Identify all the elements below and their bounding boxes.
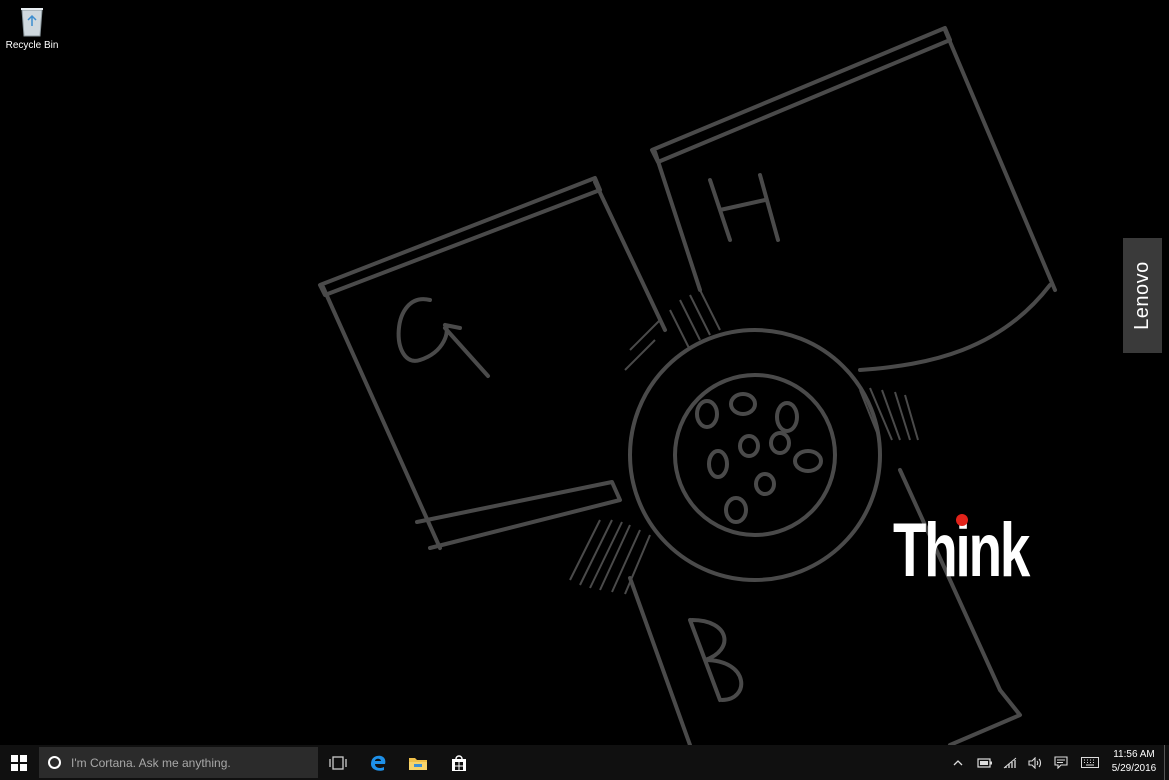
volume-button[interactable] — [1024, 745, 1046, 780]
show-desktop-button[interactable] — [1164, 745, 1169, 780]
recycle-bin-icon — [21, 8, 43, 37]
lenovo-badge: Lenovo — [1123, 238, 1162, 353]
start-button[interactable] — [0, 745, 38, 780]
action-center-button[interactable] — [1050, 745, 1072, 780]
task-view-icon — [329, 755, 347, 770]
clock-date: 5/29/2016 — [1111, 763, 1157, 774]
task-view-button[interactable] — [319, 745, 357, 780]
desktop-icon-label: Recycle Bin — [5, 40, 59, 51]
store-button[interactable] — [440, 745, 478, 780]
cortana-search-box[interactable]: I'm Cortana. Ask me anything. — [39, 747, 318, 778]
taskbar-clock[interactable]: 11:56 AM 5/29/2016 — [1108, 748, 1160, 776]
trackpoint-sketch — [318, 26, 1057, 745]
wifi-icon — [1003, 757, 1017, 768]
windows-logo-icon — [11, 754, 27, 771]
desktop-icon-recycle-bin[interactable]: Recycle Bin — [4, 4, 60, 60]
edge-icon — [371, 755, 386, 771]
think-logo-dot — [956, 514, 968, 526]
chevron-up-icon — [953, 759, 963, 765]
edge-button[interactable] — [359, 745, 397, 780]
file-explorer-button[interactable] — [399, 745, 437, 780]
cortana-icon — [48, 756, 61, 769]
keyboard-icon — [1081, 757, 1099, 768]
touch-keyboard-button[interactable] — [1077, 745, 1103, 780]
action-center-icon — [1054, 756, 1068, 769]
search-placeholder: I'm Cortana. Ask me anything. — [71, 755, 231, 770]
network-button[interactable] — [999, 745, 1021, 780]
desktop-wallpaper — [0, 0, 1169, 745]
taskbar: I'm Cortana. Ask me anything. 11:56 AM 5… — [0, 745, 1169, 780]
store-icon — [452, 754, 466, 771]
folder-icon — [409, 757, 427, 770]
battery-button[interactable] — [973, 745, 997, 780]
clock-time: 11:56 AM — [1113, 749, 1155, 760]
show-hidden-icons-button[interactable] — [948, 745, 968, 780]
lenovo-badge-text: Lenovo — [1131, 261, 1153, 330]
volume-icon — [1028, 756, 1042, 769]
battery-icon — [977, 757, 992, 768]
